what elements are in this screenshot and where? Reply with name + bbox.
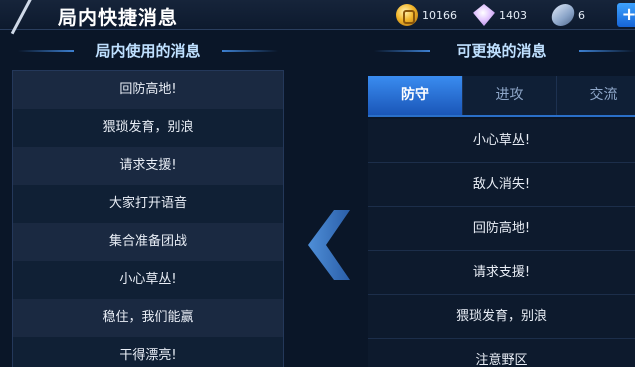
- used-message-item[interactable]: 猥琐发育，别浪: [13, 109, 283, 147]
- used-message-item[interactable]: 干得漂亮!: [13, 337, 283, 367]
- voucher-amount: 6: [578, 8, 585, 22]
- tab-defense[interactable]: 防守: [368, 76, 462, 115]
- used-messages-list: 回防高地! 猥琐发育，别浪 请求支援! 大家打开语音 集合准备团战 小心草丛! …: [12, 70, 284, 367]
- diamond-balance: 1403: [473, 4, 527, 26]
- plus-icon: +: [621, 4, 635, 25]
- tab-communication[interactable]: 交流: [556, 76, 635, 115]
- gold-balance: 10166: [396, 4, 457, 26]
- title-decoration: [222, 50, 278, 52]
- gold-amount: 10166: [422, 8, 457, 22]
- used-message-item[interactable]: 请求支援!: [13, 147, 283, 185]
- right-section-title-text: 可更换的消息: [456, 42, 547, 60]
- used-message-item[interactable]: 集合准备团战: [13, 223, 283, 261]
- replaceable-message-item[interactable]: 敌人消失!: [368, 163, 635, 207]
- replaceable-message-item[interactable]: 请求支援!: [368, 251, 635, 295]
- category-tabs: 防守 进攻 交流: [368, 76, 635, 117]
- voucher-icon: [549, 4, 577, 26]
- left-section-title-text: 局内使用的消息: [95, 42, 201, 60]
- replaceable-message-item[interactable]: 注意野区: [368, 339, 635, 367]
- voucher-balance: 6: [549, 4, 585, 26]
- used-message-item[interactable]: 稳住，我们能赢: [13, 299, 283, 337]
- replaceable-messages-list: 小心草丛! 敌人消失! 回防高地! 请求支援! 猥琐发育，别浪 注意野区: [368, 119, 635, 367]
- diamond-amount: 1403: [499, 8, 527, 22]
- right-section-title: 可更换的消息: [368, 37, 635, 65]
- add-currency-button[interactable]: +: [617, 3, 635, 27]
- gold-coin-icon: [396, 4, 418, 26]
- left-section-title: 局内使用的消息: [12, 37, 284, 65]
- back-slash-icon: [10, 0, 33, 35]
- used-message-item[interactable]: 小心草丛!: [13, 261, 283, 299]
- diamond-icon: [473, 4, 495, 26]
- back-button[interactable]: [0, 0, 44, 35]
- replaceable-message-item[interactable]: 小心草丛!: [368, 119, 635, 163]
- title-decoration: [374, 50, 430, 52]
- tab-attack[interactable]: 进攻: [462, 76, 556, 115]
- left-chevron-icon: [308, 210, 350, 280]
- title-decoration: [579, 50, 635, 52]
- replaceable-message-item[interactable]: 猥琐发育，别浪: [368, 295, 635, 339]
- used-message-item[interactable]: 大家打开语音: [13, 185, 283, 223]
- move-left-button[interactable]: [304, 210, 354, 280]
- page-title: 局内快捷消息: [58, 7, 179, 29]
- replaceable-message-item[interactable]: 回防高地!: [368, 207, 635, 251]
- top-bar: 局内快捷消息 10166 1403 6 +: [0, 0, 635, 35]
- used-message-item[interactable]: 回防高地!: [13, 71, 283, 109]
- title-decoration: [18, 50, 74, 52]
